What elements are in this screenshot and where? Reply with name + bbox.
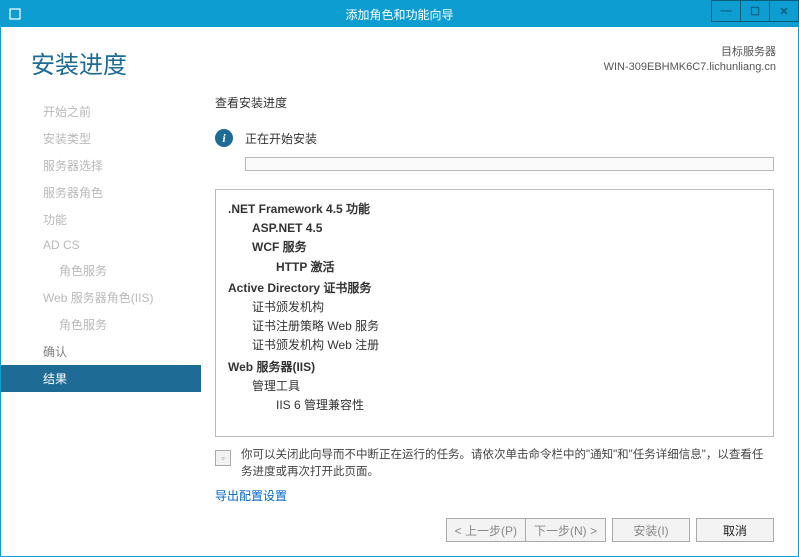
- wizard-window: 添加角色和功能向导 — ☐ ✕ 安装进度 目标服务器 WIN-309EBHMK6…: [0, 0, 799, 557]
- feature-item: ASP.NET 4.5: [228, 219, 761, 238]
- note-text: 你可以关闭此向导而不中断正在运行的任务。请依次单击命令栏中的"通知"和"任务详细…: [241, 447, 774, 482]
- note-row: ▫ 你可以关闭此向导而不中断正在运行的任务。请依次单击命令栏中的"通知"和"任务…: [215, 447, 774, 482]
- prev-button[interactable]: < 上一步(P): [446, 518, 525, 542]
- target-value: WIN-309EBHMK6C7.lichunliang.cn: [604, 60, 776, 75]
- sidebar-item-iis: Web 服务器角色(IIS): [1, 284, 201, 311]
- sidebar: 开始之前 安装类型 服务器选择 服务器角色 功能 AD CS 角色服务 Web …: [1, 90, 201, 508]
- feature-item: Web 服务器(IIS): [228, 358, 761, 377]
- progress-label: 查看安装进度: [215, 90, 774, 111]
- flag-icon: ▫: [215, 450, 231, 466]
- header: 安装进度 目标服务器 WIN-309EBHMK6C7.lichunliang.c…: [1, 27, 798, 90]
- window-title: 添加角色和功能向导: [345, 6, 453, 23]
- sidebar-item-adcs-roles: 角色服务: [1, 257, 201, 284]
- sidebar-item-serverselect: 服务器选择: [1, 152, 201, 179]
- next-button[interactable]: 下一步(N) >: [525, 518, 606, 542]
- body: 开始之前 安装类型 服务器选择 服务器角色 功能 AD CS 角色服务 Web …: [1, 90, 798, 508]
- maximize-button[interactable]: ☐: [740, 0, 770, 22]
- feature-list-content[interactable]: .NET Framework 4.5 功能ASP.NET 4.5WCF 服务HT…: [216, 190, 773, 436]
- target-server-info: 目标服务器 WIN-309EBHMK6C7.lichunliang.cn: [604, 45, 776, 76]
- status-text: 正在开始安装: [245, 130, 317, 147]
- feature-item: 管理工具: [228, 377, 761, 396]
- feature-item: Active Directory 证书服务: [228, 279, 761, 298]
- status-row: i 正在开始安装: [215, 129, 774, 147]
- main-panel: 查看安装进度 i 正在开始安装 .NET Framework 4.5 功能ASP…: [201, 90, 798, 508]
- titlebar: 添加角色和功能向导 — ☐ ✕: [1, 1, 798, 27]
- footer: < 上一步(P) 下一步(N) > 安装(I) 取消: [1, 508, 798, 556]
- info-icon: i: [215, 129, 233, 147]
- app-icon: [7, 6, 23, 22]
- sidebar-item-adcs: AD CS: [1, 233, 201, 257]
- feature-item: 证书注册策略 Web 服务: [228, 317, 761, 336]
- minimize-button[interactable]: —: [711, 0, 741, 22]
- feature-item: IIS 6 管理兼容性: [228, 396, 761, 415]
- feature-list: .NET Framework 4.5 功能ASP.NET 4.5WCF 服务HT…: [215, 189, 774, 437]
- install-button[interactable]: 安装(I): [612, 518, 690, 542]
- target-label: 目标服务器: [604, 45, 776, 60]
- sidebar-item-serverroles: 服务器角色: [1, 179, 201, 206]
- sidebar-item-features: 功能: [1, 206, 201, 233]
- feature-item: .NET Framework 4.5 功能: [228, 200, 761, 219]
- sidebar-item-results: 结果: [1, 365, 201, 392]
- feature-item: HTTP 激活: [228, 258, 761, 277]
- sidebar-item-before: 开始之前: [1, 98, 201, 125]
- feature-item: 证书颁发机构: [228, 298, 761, 317]
- page-title: 安装进度: [31, 45, 127, 80]
- sidebar-item-confirm: 确认: [1, 338, 201, 365]
- export-config-link[interactable]: 导出配置设置: [215, 487, 774, 504]
- progress-bar: [245, 157, 774, 171]
- nav-button-group: < 上一步(P) 下一步(N) >: [446, 518, 606, 542]
- sidebar-item-iis-roles: 角色服务: [1, 311, 201, 338]
- feature-item: WCF 服务: [228, 238, 761, 257]
- sidebar-item-installtype: 安装类型: [1, 125, 201, 152]
- feature-item: 证书颁发机构 Web 注册: [228, 336, 761, 355]
- window-controls: — ☐ ✕: [711, 1, 798, 27]
- close-button[interactable]: ✕: [769, 0, 799, 22]
- cancel-button[interactable]: 取消: [696, 518, 774, 542]
